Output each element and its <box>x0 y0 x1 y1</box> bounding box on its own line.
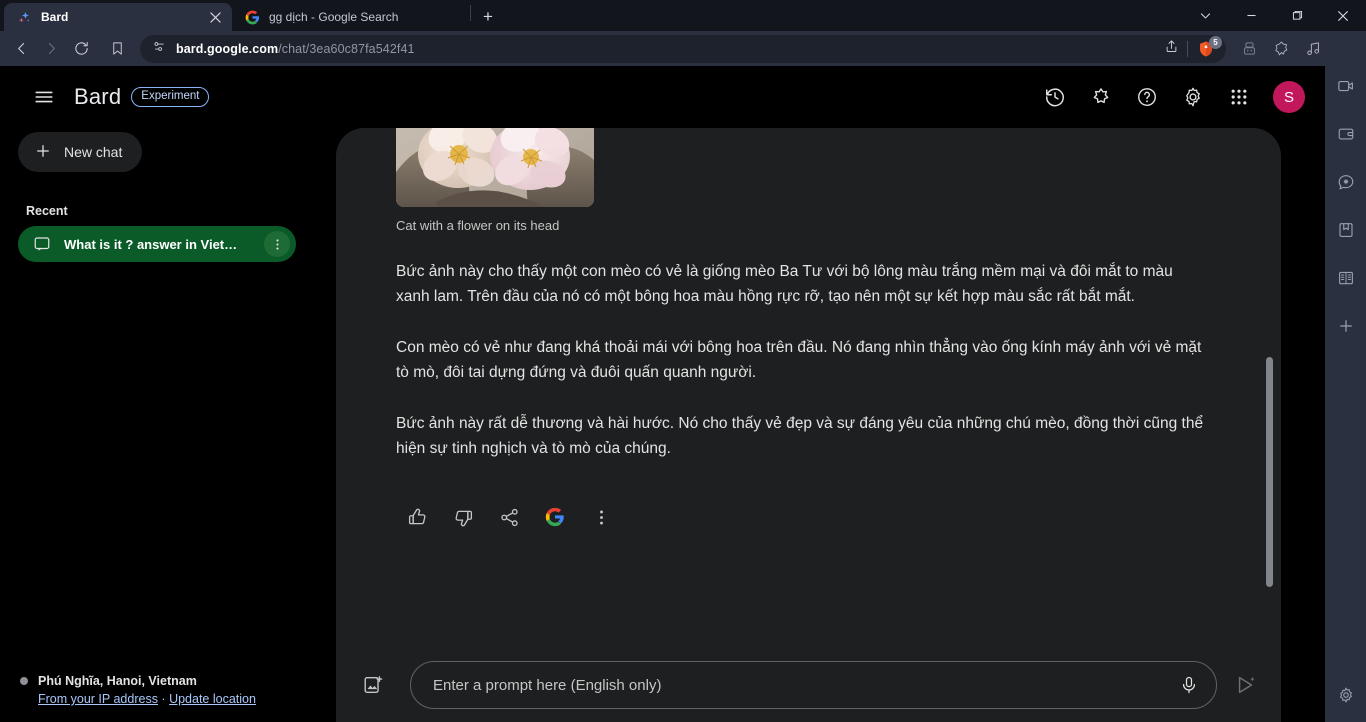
browser-tab-bard[interactable]: Bard <box>4 3 232 31</box>
settings-gear-icon[interactable] <box>1333 682 1359 708</box>
wallet-icon[interactable] <box>1333 121 1359 147</box>
plus-icon <box>34 142 52 163</box>
settings-icon[interactable] <box>1173 77 1213 117</box>
location-source-row: From your IP address · Update location <box>38 692 256 706</box>
brave-leo-icon[interactable] <box>1266 34 1296 64</box>
thumb-down-icon[interactable] <box>450 504 476 530</box>
location-info: Phú Nghĩa, Hanoi, Vietnam From your IP a… <box>20 674 256 706</box>
omnibox-actions: 5 <box>1164 35 1222 59</box>
composer: Enter a prompt here (English only) <box>336 648 1281 722</box>
google-it-icon[interactable] <box>542 504 568 530</box>
tab-divider <box>470 5 471 21</box>
divider <box>1187 40 1188 57</box>
tab-strip: Bard gg dịch - Google Search + <box>0 0 1366 31</box>
forward-arrow-icon[interactable] <box>36 34 66 64</box>
minimize-icon[interactable] <box>1228 0 1274 31</box>
site-permissions-icon[interactable] <box>152 39 167 59</box>
sidebar-item-recent-chat[interactable]: What is it ? answer in Viet… <box>18 226 296 262</box>
bard-sparkle-icon <box>16 9 32 25</box>
url-path: /chat/3ea60c87fa542f41 <box>278 41 415 56</box>
more-vert-icon[interactable] <box>264 231 290 257</box>
add-icon[interactable] <box>1333 313 1359 339</box>
response-paragraph: Bức ảnh này cho thấy một con mèo có vẻ l… <box>396 263 1173 305</box>
close-icon[interactable] <box>206 8 224 26</box>
close-icon[interactable] <box>1320 0 1366 31</box>
bard-header: Bard Experiment S <box>0 66 1325 128</box>
new-chat-button[interactable]: New chat <box>18 132 143 172</box>
send-icon[interactable] <box>1229 668 1263 702</box>
prompt-input[interactable]: Enter a prompt here (English only) <box>410 661 1217 709</box>
location-source-text: From your IP address <box>38 692 158 706</box>
restore-icon[interactable] <box>1274 0 1320 31</box>
google-icon <box>244 9 260 25</box>
conversation-panel: Cat with a flower on its head Bức ảnh nà… <box>336 128 1281 710</box>
bard-header-actions: S <box>1035 77 1305 117</box>
url-text: bard.google.com/chat/3ea60c87fa542f41 <box>176 42 415 56</box>
conversation-scrollbar[interactable] <box>1266 357 1273 587</box>
share-icon[interactable] <box>496 504 522 530</box>
page-viewport: Bard Experiment S New chat Recent What i… <box>0 66 1325 722</box>
location-name: Phú Nghĩa, Hanoi, Vietnam <box>38 674 197 688</box>
add-image-icon[interactable] <box>358 670 388 700</box>
new-chat-label: New chat <box>64 144 123 160</box>
leo-ai-chat-icon[interactable] <box>1333 169 1359 195</box>
update-location-link[interactable]: Update location <box>169 692 256 706</box>
browser-window: Bard gg dịch - Google Search + bard.goog… <box>0 0 1366 722</box>
address-bar[interactable]: bard.google.com/chat/3ea60c87fa542f41 5 <box>140 34 1226 63</box>
attached-image-thumbnail[interactable] <box>396 128 594 207</box>
window-controls <box>1182 0 1366 31</box>
shield-block-count: 5 <box>1209 35 1222 49</box>
separator: · <box>157 692 170 706</box>
menu-icon[interactable] <box>24 77 64 117</box>
bard-main: Cat with a flower on its head Bức ảnh nà… <box>320 128 1325 722</box>
page-title: Bard <box>74 84 122 109</box>
response-paragraph: Con mèo có vẻ như đang khá thoải mái với… <box>396 339 1202 381</box>
share-icon[interactable] <box>1164 39 1179 59</box>
bookmarks-icon[interactable] <box>1333 217 1359 243</box>
browser-tab-google-search[interactable]: gg dịch - Google Search <box>232 3 468 31</box>
video-call-icon[interactable] <box>1333 73 1359 99</box>
tab-title: Bard <box>41 10 69 24</box>
reload-icon[interactable] <box>66 34 96 64</box>
response-actions <box>396 504 1221 530</box>
help-icon[interactable] <box>1127 77 1167 117</box>
brave-rewards-icon[interactable] <box>1234 34 1264 64</box>
history-icon[interactable] <box>1035 77 1075 117</box>
conversation-scroll[interactable]: Cat with a flower on its head Bức ảnh nà… <box>336 128 1281 710</box>
avatar[interactable]: S <box>1273 81 1305 113</box>
location-row: Phú Nghĩa, Hanoi, Vietnam <box>20 674 256 688</box>
brave-playlist-icon[interactable] <box>1298 34 1328 64</box>
bard-sidebar: New chat Recent What is it ? answer in V… <box>0 128 320 722</box>
bard-body: New chat Recent What is it ? answer in V… <box>0 128 1325 722</box>
tab-title: gg dịch - Google Search <box>269 10 399 24</box>
thumb-up-icon[interactable] <box>404 504 430 530</box>
prompt-placeholder: Enter a prompt here (English only) <box>433 676 662 694</box>
more-vert-icon[interactable] <box>588 504 614 530</box>
chevron-down-icon[interactable] <box>1182 0 1228 31</box>
new-tab-button[interactable]: + <box>473 3 503 31</box>
microphone-icon[interactable] <box>1176 672 1202 698</box>
status-badge: Experiment <box>131 86 210 108</box>
recent-heading: Recent <box>26 204 68 218</box>
image-caption: Cat with a flower on its head <box>396 218 560 233</box>
brave-sidebar <box>1325 31 1366 722</box>
location-dot-icon <box>20 677 28 685</box>
extensions-icon[interactable] <box>1081 77 1121 117</box>
url-domain: bard.google.com <box>176 41 279 56</box>
reading-list-icon[interactable] <box>1333 265 1359 291</box>
response-paragraph: Bức ảnh này rất dễ thương và hài hước. N… <box>396 415 1204 457</box>
sidebar-item-label: What is it ? answer in Viet… <box>64 236 238 252</box>
brave-shields-icon[interactable]: 5 <box>1196 35 1222 59</box>
navigation-toolbar: bard.google.com/chat/3ea60c87fa542f41 5 <box>0 31 1366 66</box>
bookmark-icon[interactable] <box>102 34 132 64</box>
apps-grid-icon[interactable] <box>1219 77 1259 117</box>
chat-bubble-icon <box>32 234 52 254</box>
back-arrow-icon[interactable] <box>6 34 36 64</box>
